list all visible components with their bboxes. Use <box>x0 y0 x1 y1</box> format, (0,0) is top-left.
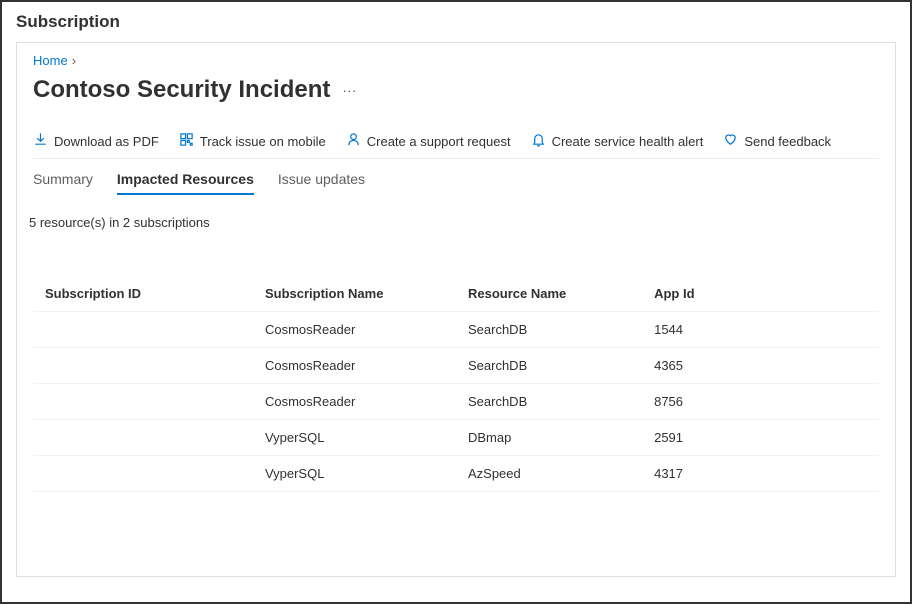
feedback-button[interactable]: Send feedback <box>723 132 831 150</box>
download-pdf-button[interactable]: Download as PDF <box>33 132 159 150</box>
table-row: CosmosReaderSearchDB4365 <box>33 348 879 384</box>
table-row: CosmosReaderSearchDB8756 <box>33 384 879 420</box>
tab-impacted-resources[interactable]: Impacted Resources <box>117 163 254 195</box>
cell-resource: SearchDB <box>456 348 642 384</box>
toolbar-label: Create a support request <box>367 134 511 149</box>
toolbar-label: Track issue on mobile <box>200 134 326 149</box>
toolbar: Download as PDF Track issue on mobile <box>33 132 879 159</box>
support-request-button[interactable]: Create a support request <box>346 132 511 150</box>
cell-app_id: 4317 <box>642 456 879 492</box>
title-row: Contoso Security Incident ··· <box>33 76 879 104</box>
page-title: Contoso Security Incident <box>33 76 330 104</box>
tab-summary[interactable]: Summary <box>33 163 93 195</box>
cell-sub_name: VyperSQL <box>253 420 456 456</box>
content-card: Home › Contoso Security Incident ··· Dow… <box>16 42 896 577</box>
page-header: Subscription <box>2 2 910 38</box>
cell-resource: SearchDB <box>456 384 642 420</box>
col-app-id: App Id <box>642 276 879 312</box>
cell-sub_id <box>33 312 253 348</box>
cell-sub_id <box>33 348 253 384</box>
more-actions-button[interactable]: ··· <box>342 82 356 98</box>
table-header-row: Subscription ID Subscription Name Resour… <box>33 276 879 312</box>
download-icon <box>33 132 48 150</box>
toolbar-label: Download as PDF <box>54 134 159 149</box>
col-resource-name: Resource Name <box>456 276 642 312</box>
table-row: VyperSQLAzSpeed4317 <box>33 456 879 492</box>
toolbar-label: Create service health alert <box>552 134 704 149</box>
cell-app_id: 4365 <box>642 348 879 384</box>
cell-sub_name: CosmosReader <box>253 348 456 384</box>
cell-app_id: 8756 <box>642 384 879 420</box>
table-row: CosmosReaderSearchDB1544 <box>33 312 879 348</box>
track-mobile-button[interactable]: Track issue on mobile <box>179 132 326 150</box>
cell-resource: DBmap <box>456 420 642 456</box>
col-subscription-name: Subscription Name <box>253 276 456 312</box>
cell-sub_id <box>33 420 253 456</box>
tabs: Summary Impacted Resources Issue updates <box>33 163 879 195</box>
chevron-right-icon: › <box>72 53 76 68</box>
cell-sub_name: CosmosReader <box>253 384 456 420</box>
cell-sub_name: VyperSQL <box>253 456 456 492</box>
heart-icon <box>723 132 738 150</box>
cell-sub_name: CosmosReader <box>253 312 456 348</box>
table-row: VyperSQLDBmap2591 <box>33 420 879 456</box>
resources-table: Subscription ID Subscription Name Resour… <box>33 276 879 492</box>
bell-icon <box>531 132 546 150</box>
person-icon <box>346 132 361 150</box>
cell-sub_id <box>33 456 253 492</box>
tab-issue-updates[interactable]: Issue updates <box>278 163 365 195</box>
resources-table-wrap: Subscription ID Subscription Name Resour… <box>33 276 879 492</box>
cell-app_id: 2591 <box>642 420 879 456</box>
qr-icon <box>179 132 194 150</box>
cell-resource: SearchDB <box>456 312 642 348</box>
col-subscription-id: Subscription ID <box>33 276 253 312</box>
toolbar-label: Send feedback <box>744 134 831 149</box>
breadcrumb: Home › <box>33 53 879 68</box>
resource-count-summary: 5 resource(s) in 2 subscriptions <box>29 215 879 230</box>
cell-sub_id <box>33 384 253 420</box>
cell-app_id: 1544 <box>642 312 879 348</box>
breadcrumb-home[interactable]: Home <box>33 53 68 68</box>
cell-resource: AzSpeed <box>456 456 642 492</box>
health-alert-button[interactable]: Create service health alert <box>531 132 704 150</box>
